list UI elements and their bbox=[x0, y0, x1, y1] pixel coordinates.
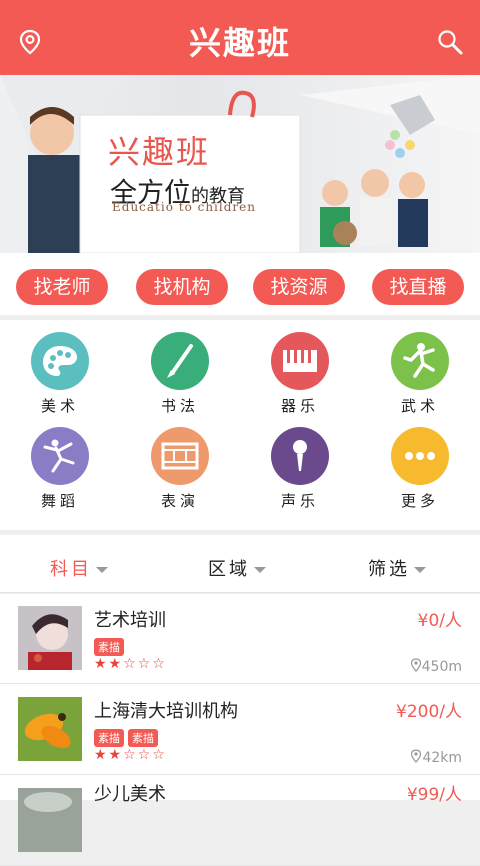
find-resources-button[interactable]: 找资源 bbox=[253, 269, 345, 305]
listing-distance: 42km bbox=[410, 749, 462, 766]
list-item[interactable]: 艺术培训 ¥0/人 素描 ★★☆☆☆ 450m bbox=[0, 594, 480, 684]
martial-arts-icon bbox=[391, 332, 449, 390]
filter-screen[interactable]: 筛选 bbox=[368, 555, 426, 581]
microphone-icon bbox=[271, 427, 329, 485]
app-header: 兴趣班 bbox=[0, 0, 480, 75]
category-martial-arts[interactable]: 武术 bbox=[360, 320, 480, 415]
category-label: 美术 bbox=[40, 397, 79, 415]
chevron-down-icon bbox=[254, 567, 266, 573]
list-item[interactable]: 上海清大培训机构 ¥200/人 素描 素描 ★★☆☆☆ 42km bbox=[0, 685, 480, 775]
chevron-down-icon bbox=[414, 567, 426, 573]
chevron-down-icon bbox=[96, 567, 108, 573]
category-dance[interactable]: 舞蹈 bbox=[0, 415, 120, 510]
filter-label: 筛选 bbox=[368, 559, 410, 580]
tag-badge: 素描 bbox=[94, 638, 124, 656]
listing-name: 上海清大培训机构 bbox=[94, 701, 238, 722]
search-icon[interactable] bbox=[436, 28, 464, 56]
quick-links-bar: 找老师 找机构 找资源 找直播 bbox=[0, 253, 480, 315]
page-title: 兴趣班 bbox=[188, 24, 291, 62]
find-teacher-button[interactable]: 找老师 bbox=[16, 269, 108, 305]
find-institution-button[interactable]: 找机构 bbox=[136, 269, 228, 305]
category-performance[interactable]: 表演 bbox=[120, 415, 240, 510]
filter-label: 科目 bbox=[50, 559, 92, 580]
listing-list: 艺术培训 ¥0/人 素描 ★★☆☆☆ 450m 上海清大培训机构 ¥200/人 … bbox=[0, 594, 480, 866]
distance-value: 42km bbox=[422, 750, 462, 766]
star-rating: ★★☆☆☆ bbox=[94, 656, 167, 672]
listing-tags: 素描 bbox=[94, 636, 128, 656]
filter-label: 区域 bbox=[208, 559, 250, 580]
category-label: 武术 bbox=[400, 397, 439, 415]
star-rating: ★★☆☆☆ bbox=[94, 747, 167, 763]
dancer-icon bbox=[31, 427, 89, 485]
film-strip-icon bbox=[151, 427, 209, 485]
more-dots-icon bbox=[391, 427, 449, 485]
tag-badge: 素描 bbox=[128, 729, 158, 747]
palette-icon bbox=[31, 332, 89, 390]
filter-bar: 科目 区域 筛选 bbox=[0, 535, 480, 593]
category-label: 书法 bbox=[160, 397, 199, 415]
category-label: 表演 bbox=[160, 492, 199, 510]
listing-name: 艺术培训 bbox=[94, 610, 166, 631]
category-calligraphy[interactable]: 书法 bbox=[120, 320, 240, 415]
category-vocal[interactable]: 声乐 bbox=[240, 415, 360, 510]
brush-icon bbox=[151, 332, 209, 390]
listing-name: 少儿美术 bbox=[94, 784, 166, 805]
banner-title: 兴趣班 bbox=[108, 133, 211, 171]
location-pin-icon bbox=[411, 749, 422, 763]
listing-price: ¥99/人 bbox=[406, 785, 462, 805]
filter-subject[interactable]: 科目 bbox=[50, 555, 108, 581]
category-art[interactable]: 美术 bbox=[0, 320, 120, 415]
category-more[interactable]: 更多 bbox=[360, 415, 480, 510]
promo-banner[interactable]: 兴趣班 全方位的教育 Educatio to children bbox=[0, 75, 480, 253]
banner-artwork bbox=[0, 75, 480, 253]
list-item[interactable]: 少儿美术 ¥99/人 bbox=[0, 776, 480, 866]
distance-value: 450m bbox=[421, 659, 462, 675]
location-pin-icon bbox=[410, 658, 421, 672]
listing-price: ¥0/人 bbox=[417, 611, 462, 631]
tag-badge: 素描 bbox=[94, 729, 124, 747]
banner-english: Educatio to children bbox=[112, 200, 256, 214]
category-instrument[interactable]: 器乐 bbox=[240, 320, 360, 415]
category-label: 更多 bbox=[400, 492, 439, 510]
category-label: 器乐 bbox=[280, 397, 319, 415]
listing-thumbnail bbox=[18, 788, 82, 852]
category-grid: 美术 书法 器乐 武术 舞蹈 表演 声乐 更多 bbox=[0, 320, 480, 530]
listing-tags: 素描 素描 bbox=[94, 727, 162, 747]
listing-distance: 450m bbox=[410, 658, 462, 675]
listing-thumbnail bbox=[18, 697, 82, 761]
category-label: 声乐 bbox=[280, 492, 319, 510]
piano-icon bbox=[271, 332, 329, 390]
listing-price: ¥200/人 bbox=[396, 702, 462, 722]
listing-thumbnail bbox=[18, 606, 82, 670]
filter-area[interactable]: 区域 bbox=[208, 555, 266, 581]
category-label: 舞蹈 bbox=[40, 492, 79, 510]
find-live-button[interactable]: 找直播 bbox=[372, 269, 464, 305]
